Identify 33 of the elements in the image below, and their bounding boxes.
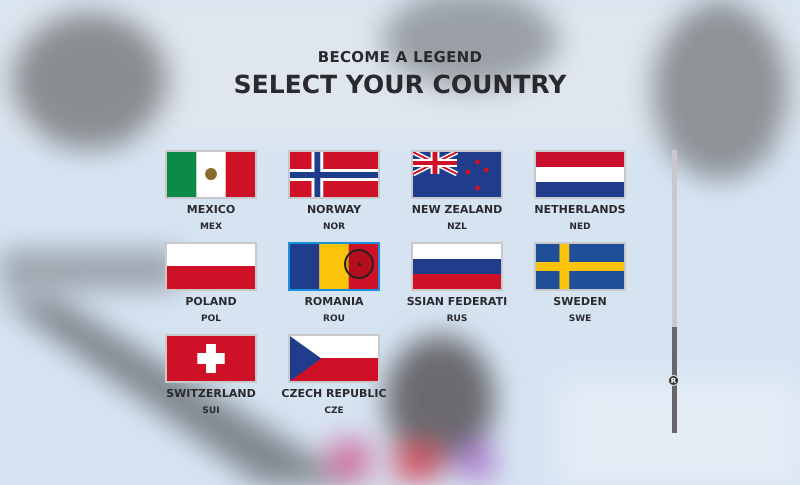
country-name: NETHERLANDS — [534, 203, 626, 217]
country-code: SWE — [568, 313, 592, 325]
flag-button[interactable] — [165, 242, 257, 291]
subtitle: BECOME A LEGEND — [318, 48, 482, 66]
flag-button[interactable] — [288, 334, 380, 383]
country-name: NORWAY — [306, 203, 362, 217]
country-name: NEW ZEALAND — [412, 203, 502, 217]
country-code: ROU — [323, 313, 345, 325]
flag-button[interactable] — [534, 150, 626, 199]
flag-button[interactable] — [288, 242, 380, 291]
country-code: NZL — [447, 221, 467, 233]
cursor-icon — [344, 249, 374, 279]
country-code: NOR — [322, 221, 346, 233]
flag-button[interactable] — [288, 150, 380, 199]
flag-button[interactable] — [165, 150, 257, 199]
country-name: SWITZERLAND — [166, 387, 256, 401]
country-name: MEXICO — [186, 203, 236, 217]
country-code: RUS — [446, 313, 468, 325]
country-code: POL — [201, 313, 221, 325]
country-code: SUI — [202, 405, 220, 417]
country-code: NED — [569, 221, 591, 233]
country-code: CZE — [324, 405, 344, 417]
country-name: CZECH REPUBLIC — [281, 387, 387, 401]
country-code: MEX — [200, 221, 222, 233]
flag-button[interactable] — [411, 150, 503, 199]
flag-button[interactable] — [411, 242, 503, 291]
country-name: SSIAN FEDERATI — [406, 295, 508, 309]
country-name: POLAND — [185, 295, 237, 309]
country-name: ROMANIA — [304, 295, 364, 309]
country-name: SWEDEN — [553, 295, 607, 309]
flag-button[interactable] — [165, 334, 257, 383]
flag-button[interactable] — [534, 242, 626, 291]
screen-title: SELECT YOUR COUNTRY — [234, 70, 566, 100]
